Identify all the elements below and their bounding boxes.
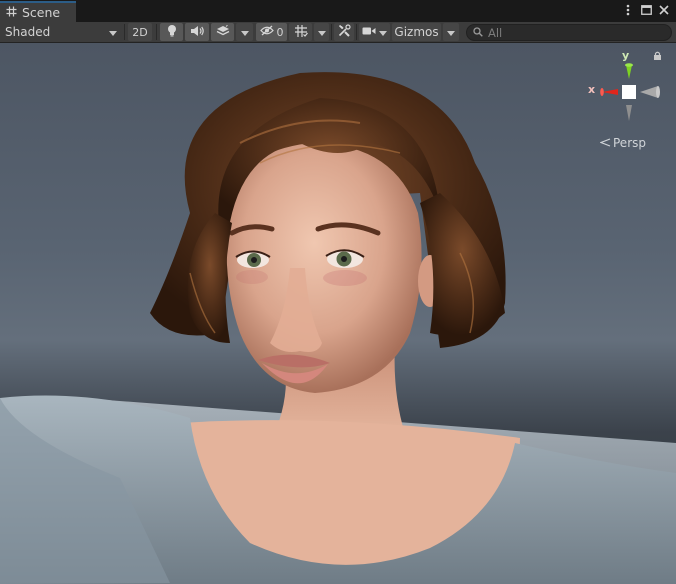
scene-visibility-toggle[interactable]: 0 [256, 23, 287, 41]
grid-snap-toggle[interactable] [289, 23, 312, 41]
x-axis-label: x [588, 83, 596, 96]
scene-viewport[interactable]: y x Persp [0, 43, 676, 584]
effects-dropdown[interactable] [236, 23, 253, 41]
draw-mode-dropdown[interactable]: Shaded [0, 23, 122, 41]
tools-icon [338, 24, 351, 40]
tools-button[interactable] [334, 23, 354, 41]
2d-label: 2D [132, 25, 148, 39]
lock-icon [654, 51, 661, 60]
chevron-down-icon [240, 25, 249, 39]
gizmos-dropdown[interactable] [443, 23, 459, 41]
hidden-count: 0 [276, 25, 284, 39]
grid-snap-dropdown[interactable] [314, 23, 329, 41]
scene-render [0, 72, 676, 584]
gizmos-label: Gizmos [394, 25, 439, 39]
scene-toolbar: Shaded 2D 0 Gizmos All [0, 22, 676, 43]
speaker-icon [190, 25, 204, 40]
effects-toggle-button[interactable] [211, 23, 234, 41]
grid-snap-icon [294, 24, 308, 41]
chevron-down-icon [447, 25, 455, 39]
tab-scene[interactable]: Scene [0, 1, 76, 22]
search-icon [473, 26, 483, 40]
axis-gizmo-icon [600, 51, 661, 121]
tab-bar: Scene [0, 0, 676, 22]
effects-layers-icon [216, 24, 230, 40]
gizmos-button[interactable]: Gizmos [392, 23, 441, 41]
scene-window: Scene Shaded 2D 0 Gizmos All y x Persp [0, 0, 676, 584]
chevron-down-icon [379, 25, 387, 39]
maximize-icon[interactable] [640, 3, 652, 17]
y-axis-label: y [622, 49, 630, 62]
tab-label: Scene [22, 5, 61, 20]
chevron-down-icon [109, 25, 117, 39]
draw-mode-label: Shaded [5, 25, 51, 39]
projection-toggle[interactable]: Persp [599, 136, 646, 150]
scene-search-input[interactable]: All [466, 24, 672, 41]
2d-toggle-button[interactable]: 2D [128, 23, 152, 41]
chevron-down-icon [317, 25, 326, 39]
close-icon[interactable] [658, 3, 670, 17]
kebab-menu-icon[interactable] [622, 3, 634, 17]
perspective-icon [599, 136, 611, 150]
projection-label: Persp [613, 136, 646, 150]
camera-settings-dropdown[interactable] [359, 23, 390, 41]
eye-slash-icon [259, 25, 274, 39]
lightbulb-icon [166, 24, 178, 40]
audio-toggle-button[interactable] [185, 23, 209, 41]
search-placeholder: All [488, 25, 503, 40]
camera-icon [362, 25, 376, 39]
grid-icon [6, 6, 17, 20]
lighting-toggle-button[interactable] [160, 23, 183, 41]
